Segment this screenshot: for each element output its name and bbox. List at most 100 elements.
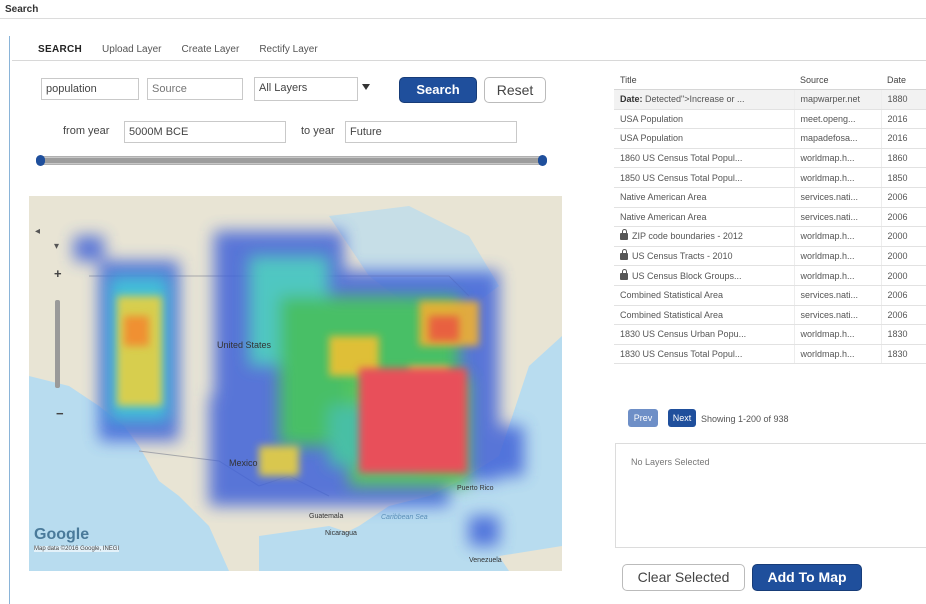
table-row[interactable]: USA Population mapadefosa... 2016: [614, 128, 926, 149]
pan-left-icon[interactable]: ◂: [35, 226, 40, 237]
tab-divider: [12, 60, 926, 61]
table-row[interactable]: 1850 US Census Total Popul... worldmap.h.…: [614, 167, 926, 188]
cell-title[interactable]: Combined Statistical Area: [614, 305, 795, 326]
lock-icon: [620, 268, 628, 280]
cell-date: 2000: [881, 226, 926, 247]
search-query-input[interactable]: [41, 78, 139, 100]
tab-search[interactable]: SEARCH: [38, 44, 82, 55]
to-year-input[interactable]: [345, 121, 517, 143]
cell-source: worldmap.h...: [794, 246, 882, 267]
cell-source: worldmap.h...: [794, 167, 882, 188]
next-page-button[interactable]: Next: [668, 409, 696, 427]
lock-icon: [620, 249, 628, 261]
cell-title[interactable]: ZIP code boundaries - 2012: [614, 226, 795, 247]
cell-title[interactable]: USA Population: [614, 128, 795, 149]
from-year-label: from year: [63, 125, 110, 137]
reset-button[interactable]: Reset: [484, 77, 546, 103]
year-range-fill: [42, 158, 542, 163]
table-row[interactable]: Combined Statistical Area services.nati..…: [614, 285, 926, 306]
results-count-text: Showing 1-200 of 938: [701, 414, 789, 424]
tab-upload-layer[interactable]: Upload Layer: [102, 44, 161, 55]
cell-source: mapadefosa...: [794, 128, 882, 149]
cell-title[interactable]: Native American Area: [614, 187, 795, 208]
table-row[interactable]: ZIP code boundaries - 2012 worldmap.h... 2…: [614, 226, 926, 247]
slider-start-handle[interactable]: [36, 155, 45, 166]
title-prefix: Date:: [620, 94, 643, 105]
map-label-puerto-rico: Puerto Rico: [457, 485, 494, 492]
cell-title[interactable]: Date: Detected">Increase or ...: [614, 89, 795, 110]
cell-date: 2016: [881, 128, 926, 149]
google-logo: Google: [34, 526, 90, 543]
title-text: 1830 US Census Urban Popu...: [620, 329, 747, 340]
clear-selected-button[interactable]: Clear Selected: [622, 564, 745, 591]
cell-source: meet.openg...: [794, 109, 882, 130]
table-row[interactable]: USA Population meet.openg... 2016: [614, 109, 926, 130]
table-row[interactable]: 1860 US Census Total Popul... worldmap.h.…: [614, 148, 926, 169]
prev-page-button[interactable]: Prev: [628, 409, 658, 427]
cell-title[interactable]: 1860 US Census Total Popul...: [614, 148, 795, 169]
table-row[interactable]: Native American Area services.nati... 2006: [614, 187, 926, 208]
cell-title[interactable]: 1850 US Census Total Popul...: [614, 167, 795, 188]
cell-source: worldmap.h...: [794, 324, 882, 345]
title-text: US Census Block Groups...: [632, 270, 742, 281]
lock-icon: [620, 229, 628, 241]
column-header-date[interactable]: Date: [881, 70, 926, 90]
heatmap-map-svg: [29, 196, 562, 571]
cell-title[interactable]: Native American Area: [614, 207, 795, 228]
from-year-input[interactable]: [124, 121, 286, 143]
layers-select[interactable]: All Layers: [254, 77, 358, 101]
tab-create-layer[interactable]: Create Layer: [182, 44, 240, 55]
cell-title[interactable]: 1830 US Census Urban Popu...: [614, 324, 795, 345]
source-input[interactable]: [147, 78, 243, 100]
title-text: Detected">Increase or ...: [645, 94, 745, 105]
results-table: Title Source Date Date: Detected">Increa…: [614, 70, 926, 365]
selected-layers-empty-text: No Layers Selected: [631, 457, 710, 467]
dropdown-arrow-icon[interactable]: [362, 84, 370, 90]
map-label-mexico: Mexico: [229, 458, 258, 468]
zoom-slider[interactable]: [55, 300, 60, 388]
table-row[interactable]: Combined Statistical Area services.nati..…: [614, 305, 926, 326]
cell-source: worldmap.h...: [794, 226, 882, 247]
table-row[interactable]: Native American Area services.nati... 2006: [614, 207, 926, 228]
tab-bar: SEARCH Upload Layer Create Layer Rectify…: [38, 44, 338, 55]
map-label-guatemala: Guatemala: [309, 513, 344, 520]
slider-end-handle[interactable]: [538, 155, 547, 166]
table-row[interactable]: US Census Block Groups... worldmap.h... 20…: [614, 265, 926, 286]
column-header-title[interactable]: Title: [614, 70, 794, 90]
cell-date: 2000: [881, 246, 926, 267]
title-text: ZIP code boundaries - 2012: [632, 231, 743, 242]
cell-title[interactable]: US Census Tracts - 2010: [614, 246, 795, 267]
cell-date: 1860: [881, 148, 926, 169]
map-label-venezuela: Venezuela: [469, 557, 502, 564]
zoom-out-icon[interactable]: −: [56, 406, 64, 421]
cell-title[interactable]: 1830 US Census Total Popul...: [614, 344, 795, 365]
cell-title[interactable]: USA Population: [614, 109, 795, 130]
window-title: Search: [5, 4, 39, 15]
title-text: USA Population: [620, 113, 684, 124]
cell-date: 1830: [881, 344, 926, 365]
cell-date: 2006: [881, 285, 926, 306]
table-row[interactable]: 1830 US Census Urban Popu... worldmap.h..…: [614, 324, 926, 345]
search-button[interactable]: Search: [399, 77, 477, 103]
title-text: 1860 US Census Total Popul...: [620, 153, 743, 164]
title-divider: [0, 18, 926, 19]
add-to-map-button[interactable]: Add To Map: [752, 564, 862, 591]
selected-layers-box[interactable]: No Layers Selected: [615, 443, 926, 548]
layers-select-value: All Layers: [259, 82, 308, 94]
pan-down-icon[interactable]: ▾: [54, 241, 59, 252]
map-attribution: Map data ©2016 Google, INEGI: [34, 546, 120, 552]
cell-title[interactable]: Combined Statistical Area: [614, 285, 795, 306]
table-row[interactable]: 1830 US Census Total Popul... worldmap.h.…: [614, 344, 926, 365]
map-view[interactable]: + − ◂ ▾ United States Mexico Puerto Rico…: [29, 196, 562, 571]
cell-date: 2016: [881, 109, 926, 130]
tab-rectify-layer[interactable]: Rectify Layer: [259, 44, 317, 55]
table-row[interactable]: US Census Tracts - 2010 worldmap.h... 2000: [614, 246, 926, 267]
zoom-in-icon[interactable]: +: [54, 266, 62, 281]
cell-date: 2006: [881, 207, 926, 228]
cell-source: services.nati...: [794, 187, 882, 208]
table-row[interactable]: Date: Detected">Increase or ... mapwarper…: [614, 89, 926, 110]
title-text: Native American Area: [620, 192, 707, 203]
cell-title[interactable]: US Census Block Groups...: [614, 265, 795, 286]
cell-source: services.nati...: [794, 305, 882, 326]
column-header-source[interactable]: Source: [794, 70, 881, 90]
